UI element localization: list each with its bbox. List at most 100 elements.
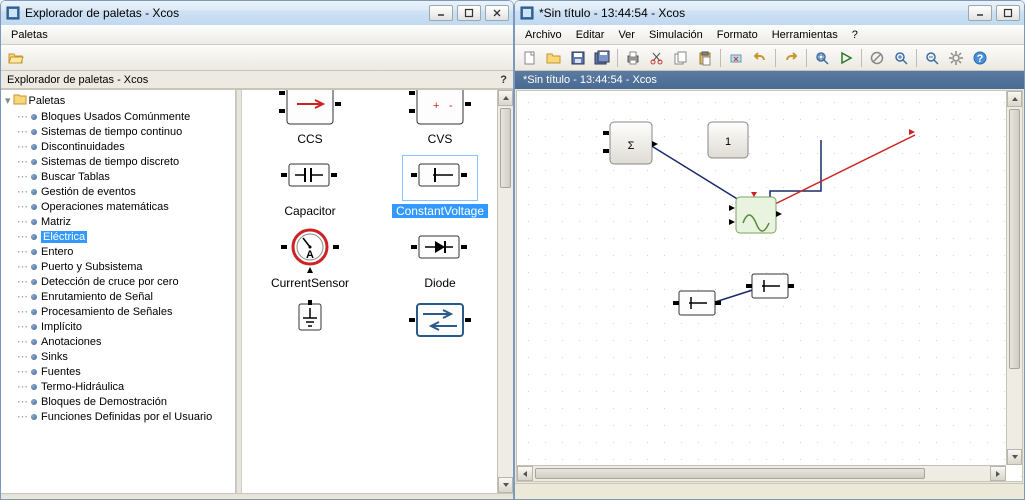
new-icon[interactable] (519, 47, 541, 69)
tree-item[interactable]: ⋯Anotaciones (15, 334, 233, 349)
menu-item[interactable]: Herramientas (766, 27, 844, 43)
scroll-thumb[interactable] (535, 468, 925, 479)
menu-item[interactable]: Editar (570, 27, 611, 43)
menubar: Paletas (1, 25, 513, 45)
block-constantvoltage-1[interactable] (673, 291, 721, 315)
scroll-right-button[interactable] (990, 466, 1006, 481)
scroll-down-button[interactable] (498, 477, 513, 493)
cut-icon[interactable] (646, 47, 668, 69)
wire[interactable] (770, 140, 821, 200)
palette-block[interactable]: ACurrentSensor (250, 228, 370, 290)
tree-item[interactable]: ⋯Eléctrica (15, 229, 233, 244)
palette-block[interactable]: Diode (380, 228, 497, 290)
redo-icon[interactable] (780, 47, 802, 69)
tree-item[interactable]: ⋯Matriz (15, 214, 233, 229)
menu-item[interactable]: Formato (711, 27, 764, 43)
print-icon[interactable] (622, 47, 644, 69)
palette-block[interactable] (380, 300, 497, 348)
minimize-button[interactable] (429, 5, 453, 21)
block-icon (273, 156, 347, 200)
maximize-button[interactable] (457, 5, 481, 21)
open-icon[interactable] (543, 47, 565, 69)
help-icon[interactable]: ? (500, 74, 507, 86)
scroll-thumb[interactable] (1009, 109, 1020, 369)
open-icon[interactable] (5, 47, 27, 69)
tree-root[interactable]: ▾ Paletas (3, 92, 233, 109)
tree-item[interactable]: ⋯Enrutamiento de Señal (15, 289, 233, 304)
menu-item[interactable]: Simulación (643, 27, 709, 43)
block-icon: +- (403, 90, 477, 128)
titlebar[interactable]: *Sin título - 13:44:54 - Xcos (515, 1, 1024, 25)
block-const1[interactable]: 1 (708, 122, 748, 158)
zoomout-icon[interactable] (921, 47, 943, 69)
minimize-button[interactable] (968, 5, 992, 21)
open-port-marker[interactable] (909, 129, 915, 135)
tree-item[interactable]: ⋯Operaciones matemáticas (15, 199, 233, 214)
status-bar (1, 493, 513, 499)
palette-block[interactable]: ConstantVoltage (380, 156, 497, 218)
tree-connector-icon: ⋯ (17, 305, 27, 318)
tree-item-label: Gestión de eventos (41, 186, 136, 198)
tree-item[interactable]: ⋯Fuentes (15, 364, 233, 379)
tree-item[interactable]: ⋯Discontinuidades (15, 139, 233, 154)
palette-block[interactable] (250, 300, 370, 348)
block-label: Capacitor (284, 204, 335, 218)
menu-item[interactable]: Ver (612, 27, 641, 43)
tree-item[interactable]: ⋯Sistemas de tiempo discreto (15, 154, 233, 169)
tree-item[interactable]: ⋯Entero (15, 244, 233, 259)
block-constantvoltage-2[interactable] (746, 274, 794, 298)
vertical-scrollbar[interactable] (497, 90, 513, 493)
tree-item[interactable]: ⋯Bloques Usados Comúnmente (15, 109, 233, 124)
horizontal-scrollbar[interactable] (517, 465, 1006, 481)
menu-item[interactable]: Archivo (519, 27, 568, 43)
saveas-icon[interactable] (591, 47, 613, 69)
scroll-up-button[interactable] (1007, 91, 1022, 107)
palette-block[interactable]: CCS (250, 90, 370, 146)
block-sum[interactable]: Σ (603, 122, 658, 164)
menu-item[interactable]: ? (846, 27, 864, 43)
palette-block[interactable]: Capacitor (250, 156, 370, 218)
save-icon[interactable] (567, 47, 589, 69)
tree-item[interactable]: ⋯Implícito (15, 319, 233, 334)
del-icon[interactable] (725, 47, 747, 69)
tree-item[interactable]: ⋯Sinks (15, 349, 233, 364)
scroll-left-button[interactable] (517, 466, 533, 481)
tree-item[interactable]: ⋯Funciones Definidas por el Usuario (15, 409, 233, 424)
copy-icon[interactable] (670, 47, 692, 69)
tree-item[interactable]: ⋯Sistemas de tiempo continuo (15, 124, 233, 139)
titlebar[interactable]: Explorador de paletas - Xcos (1, 1, 513, 25)
tree-item[interactable]: ⋯Bloques de Demostración (15, 394, 233, 409)
tree-item[interactable]: ⋯Termo-Hidráulica (15, 379, 233, 394)
tree-connector-icon: ⋯ (17, 275, 27, 288)
stop-icon[interactable] (866, 47, 888, 69)
fit-icon[interactable] (811, 47, 833, 69)
vertical-scrollbar[interactable] (1006, 91, 1022, 465)
help-icon[interactable]: ? (969, 47, 991, 69)
undo-icon[interactable] (749, 47, 771, 69)
play-icon[interactable] (835, 47, 857, 69)
palette-block[interactable]: +-CVS (380, 90, 497, 146)
tree-item[interactable]: ⋯Puerto y Subsistema (15, 259, 233, 274)
tree-item[interactable]: ⋯Buscar Tablas (15, 169, 233, 184)
palette-tree[interactable]: ▾ Paletas ⋯Bloques Usados Comúnmente⋯Sis… (1, 90, 236, 493)
tree-item[interactable]: ⋯Gestión de eventos (15, 184, 233, 199)
close-button[interactable] (485, 5, 509, 21)
tree-item[interactable]: ⋯Procesamiento de Señales (15, 304, 233, 319)
paste-icon[interactable] (694, 47, 716, 69)
svg-text:-: - (449, 100, 453, 112)
scroll-thumb[interactable] (500, 108, 511, 188)
menu-palettes[interactable]: Paletas (5, 27, 54, 43)
diagram-tab[interactable]: *Sin título - 13:44:54 - Xcos (515, 71, 1024, 89)
scroll-down-button[interactable] (1007, 449, 1022, 465)
block-integrator[interactable] (729, 192, 782, 233)
expand-icon[interactable]: ▾ (5, 94, 11, 107)
diagram-canvas[interactable]: Σ 1 (516, 90, 1023, 482)
maximize-button[interactable] (996, 5, 1020, 21)
settings-icon[interactable] (945, 47, 967, 69)
wire[interactable] (773, 135, 915, 205)
tree-root-label: Paletas (29, 95, 66, 107)
diagram-tab-label: *Sin título - 13:44:54 - Xcos (523, 74, 657, 86)
zoomin-icon[interactable] (890, 47, 912, 69)
tree-item[interactable]: ⋯Detección de cruce por cero (15, 274, 233, 289)
scroll-up-button[interactable] (498, 90, 513, 106)
